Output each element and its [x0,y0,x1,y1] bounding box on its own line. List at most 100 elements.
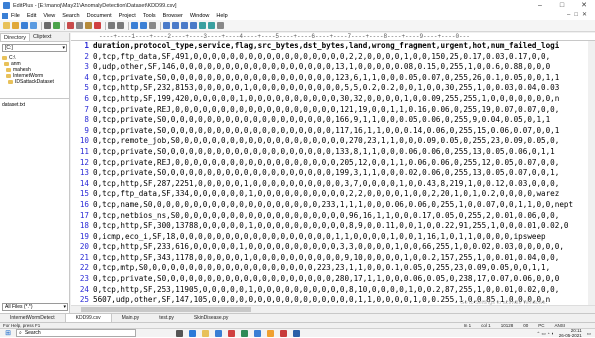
editor-line[interactable]: 140,tcp,http,SF,287,2251,0,0,0,0,0,1,0,0… [71,179,595,190]
menu-file[interactable]: File [11,13,20,19]
editor-line[interactable]: 150,tcp,ftp_data,SF,334,0,0,0,0,0,0,1,0,… [71,189,595,200]
editor-line[interactable]: 130,tcp,private,S0,0,0,0,0,0,0,0,0,0,0,0… [71,168,595,179]
undo-icon[interactable] [108,22,115,29]
editor-line[interactable]: 50,tcp,http,SF,232,8153,0,0,0,0,0,1,0,0,… [71,83,595,94]
editor-line[interactable]: 100,tcp,remote_job,S0,0,0,0,0,0,0,0,0,0,… [71,136,595,147]
editor-line[interactable]: 90,tcp,private,S0,0,0,0,0,0,0,0,0,0,0,0,… [71,126,595,137]
line-number: 5 [71,83,93,94]
editor-line[interactable]: 80,tcp,private,S0,0,0,0,0,0,0,0,0,0,0,0,… [71,115,595,126]
redo-icon[interactable] [117,22,124,29]
editor-line[interactable]: 190,icmp,eco_i,SF,18,0,0,0,0,0,0,0,0,0,0… [71,232,595,243]
edge-icon[interactable] [189,330,196,337]
horizontal-scrollbar[interactable] [71,305,595,313]
full-screen-icon[interactable] [208,22,215,29]
tab-cliptext[interactable]: Cliptext [30,33,54,41]
app-icon[interactable] [267,330,274,337]
cut-icon[interactable] [67,22,74,29]
preview-icon[interactable] [53,22,60,29]
editor-line[interactable]: 200,tcp,http,SF,233,616,0,0,0,0,0,1,0,0,… [71,242,595,253]
app-icon[interactable] [293,330,300,337]
word-wrap-icon[interactable] [163,22,170,29]
open-folder-icon[interactable] [12,22,19,29]
maximize-button[interactable]: □ [551,0,573,11]
text-editor[interactable]: ----+----1----+----2----+----3----+----4… [71,33,595,305]
editplus-task-icon[interactable] [254,330,261,337]
menu-search[interactable]: Search [62,13,79,19]
store-icon[interactable] [215,330,222,337]
copy-icon[interactable] [76,22,83,29]
new-file-icon[interactable] [3,22,10,29]
browser-icon[interactable] [190,22,197,29]
vertical-scrollbar[interactable] [588,41,595,305]
menu-browser[interactable]: Browser [163,13,183,19]
window-controls: – □ ✕ [529,0,595,11]
editor-line[interactable]: 170,tcp,netbios_ns,S0,0,0,0,0,0,0,0,0,0,… [71,211,595,222]
taskbar-search-placeholder: Search [25,330,41,336]
minimize-button[interactable]: – [529,0,551,11]
notification-center-icon[interactable]: ▭ [587,331,591,337]
find-icon[interactable] [131,22,138,29]
editor-line[interactable]: 210,tcp,http,SF,343,1178,0,0,0,0,0,1,0,0… [71,253,595,264]
menu-view[interactable]: View [43,13,55,19]
help-icon[interactable] [217,22,224,29]
tab-directory[interactable]: Directory [0,33,30,41]
line-number: 23 [71,274,93,285]
app-icon[interactable] [241,330,248,337]
editor-line[interactable]: 40,tcp,private,S0,0,0,0,0,0,0,0,0,0,0,0,… [71,73,595,84]
editor-line[interactable]: 60,tcp,http,SF,199,420,0,0,0,0,0,1,0,0,0… [71,94,595,105]
line-number: 25 [71,295,93,305]
file-item[interactable]: dataset.txt [2,102,67,108]
app-icon[interactable] [228,330,235,337]
editor-line[interactable]: 20,tcp,ftp_data,SF,491,0,0,0,0,0,0,0,0,0… [71,52,595,63]
menu-project[interactable]: Project [119,13,136,19]
menu-edit[interactable]: Edit [27,13,36,19]
line-text: 0,tcp,private,S0,0,0,0,0,0,0,0,0,0,0,0,0… [93,274,559,285]
file-explorer-icon[interactable] [202,330,209,337]
print-icon[interactable] [44,22,51,29]
editor-line[interactable]: 220,tcp,mtp,S0,0,0,0,0,0,0,0,0,0,0,0,0,0… [71,263,595,274]
line-number: 1 [71,41,93,52]
editor-line[interactable]: 30,udp,other,SF,146,0,0,0,0,0,0,0,0,0,0,… [71,62,595,73]
editor-line[interactable]: 180,tcp,http,SF,300,13788,0,0,0,0,0,1,0,… [71,221,595,232]
menu-tools[interactable]: Tools [143,13,156,19]
editor-line[interactable]: 160,tcp,name,S0,0,0,0,0,0,0,0,0,0,0,0,0,… [71,200,595,211]
paste-icon[interactable] [85,22,92,29]
line-number: 22 [71,263,93,274]
line-text: 0,tcp,http,SF,287,2251,0,0,0,0,0,1,0,0,0… [93,179,559,190]
menu-window[interactable]: Window [190,13,210,19]
line-number-icon[interactable] [181,22,188,29]
title-bar: EditPlus - [E:\manoj\May21\AnomalyDetect… [0,0,595,11]
editor-line[interactable]: 1duration,protocol_type,service,flag,src… [71,41,595,52]
goto-icon[interactable] [149,22,156,29]
task-view-icon[interactable] [176,330,183,337]
file-filter-select[interactable]: All Files (*.*) ▾ [2,303,68,311]
document-window-controls[interactable]: –□✕ [567,11,591,18]
editor-line[interactable]: 230,tcp,private,S0,0,0,0,0,0,0,0,0,0,0,0… [71,274,595,285]
horizontal-scroll-thumb[interactable] [81,307,251,312]
menu-document[interactable]: Document [87,13,112,19]
line-text: 0,tcp,ftp_data,SF,334,0,0,0,0,0,0,1,0,0,… [93,189,559,200]
editor-line[interactable]: 240,tcp,http,SF,253,11905,0,0,0,0,0,1,0,… [71,285,595,296]
menu-help[interactable]: Help [216,13,227,19]
notification-icons[interactable]: ⌃ ▭ ◔ ◖ [536,331,553,337]
save-all-icon[interactable] [30,22,37,29]
windows-start-icon[interactable]: ⊞ [0,329,16,338]
taskbar-search[interactable]: ⌕ Search [16,329,136,337]
tree-item-label: IDSattackDataset [15,79,54,85]
app-icon[interactable] [280,330,287,337]
tree-item[interactable]: IDSattackDataset [2,79,67,85]
editor-line[interactable]: 70,tcp,private,REJ,0,0,0,0,0,0,0,0,0,0,0… [71,105,595,116]
delete-icon[interactable] [94,22,101,29]
column-select-icon[interactable] [199,22,206,29]
editor-line[interactable]: 120,tcp,private,REJ,0,0,0,0,0,0,0,0,0,0,… [71,158,595,169]
close-button[interactable]: ✕ [573,0,595,11]
line-number: 9 [71,126,93,137]
editor-line[interactable]: 110,tcp,private,S0,0,0,0,0,0,0,0,0,0,0,0… [71,147,595,158]
panel-tabs: Directory Cliptext [0,33,69,42]
ruler-icon[interactable] [172,22,179,29]
line-text: 0,tcp,private,REJ,0,0,0,0,0,0,0,0,0,0,0,… [93,158,559,169]
replace-icon[interactable] [140,22,147,29]
drive-select[interactable]: [C:] ▾ [2,44,67,52]
save-icon[interactable] [21,22,28,29]
line-text: 0,tcp,mtp,S0,0,0,0,0,0,0,0,0,0,0,0,0,0,0… [93,263,550,274]
